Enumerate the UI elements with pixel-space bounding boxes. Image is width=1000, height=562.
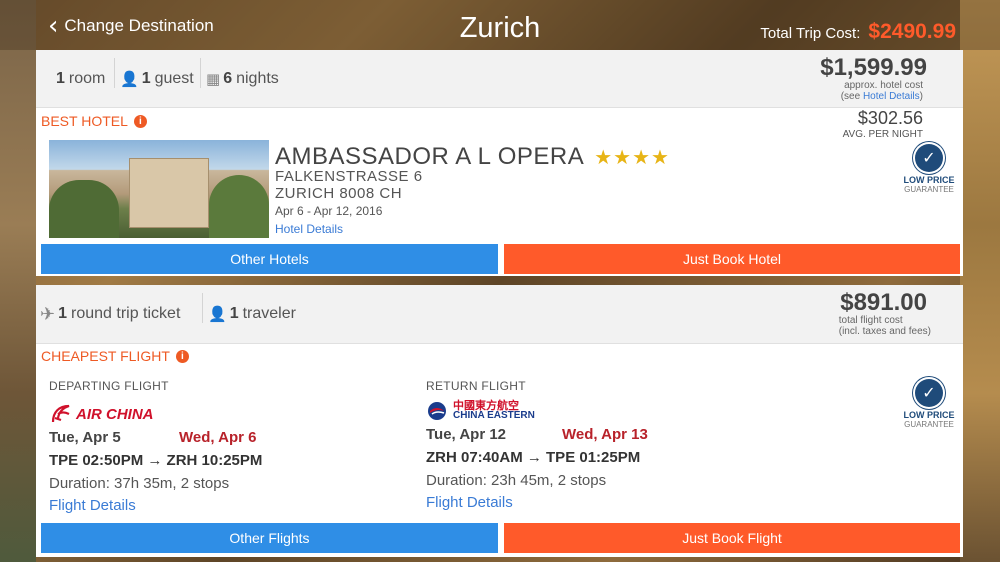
tickets-chip: ✈ 1 round trip ticket — [40, 285, 180, 343]
plane-icon: ✈ — [40, 303, 56, 325]
per-night-price-block: $302.56 AVG. PER NIGHT — [843, 108, 923, 140]
low-price-guarantee-badge: ✓ LOW PRICE GUARANTEE — [901, 379, 957, 429]
departing-airline-name: AIR CHINA — [76, 405, 154, 423]
return-airline-text: 中國東方航空 CHINA EASTERN — [453, 401, 535, 421]
hotel-cost-note-line1: approx. hotel cost — [844, 80, 923, 91]
hotel-details-link[interactable]: Hotel Details — [275, 222, 343, 236]
best-hotel-label: BEST HOTEL — [41, 113, 128, 129]
nights-count: 6 — [223, 69, 233, 87]
return-dates: Tue, Apr 12 Wed, Apr 13 — [426, 426, 786, 443]
cheapest-flight-label: CHEAPEST FLIGHT — [41, 348, 170, 364]
hotel-name[interactable]: AMBASSADOR A L OPERA — [275, 143, 584, 171]
departing-date-from: Tue, Apr 5 — [49, 429, 121, 446]
total-trip-cost-value: $2490.99 — [868, 20, 956, 43]
background-right — [960, 0, 1000, 562]
divider — [114, 58, 115, 88]
per-night-price: $302.56 — [857, 108, 923, 128]
flight-cost-note: total flight cost (incl. taxes and fees) — [839, 315, 931, 337]
other-flights-button[interactable]: Other Flights — [41, 523, 498, 553]
hotel-cost-note-line2: (see Hotel Details) — [841, 91, 923, 102]
flight-cost-note-line1: total flight cost — [838, 315, 903, 326]
nights-label: nights — [236, 69, 279, 87]
tickets-label: round trip ticket — [71, 305, 181, 322]
hotel-cost: $1,599.99 — [820, 54, 927, 81]
flight-cost-note-line2: (incl. taxes and fees) — [838, 326, 931, 337]
flight-panel: ✈ 1 round trip ticket 👤 1 traveler $891.… — [36, 285, 963, 557]
travelers-chip: 👤 1 traveler — [208, 285, 296, 343]
hotel-dates: Apr 6 - Apr 12, 2016 — [275, 204, 383, 218]
departing-flight: DEPARTING FLIGHT AIR CHINA Tue, Apr 5 We… — [49, 379, 409, 514]
china-eastern-logo: 中國東方航空 CHINA EASTERN — [426, 400, 786, 422]
note-prefix: (see — [840, 91, 863, 102]
other-hotels-button[interactable]: Other Hotels — [41, 244, 498, 274]
just-book-flight-button[interactable]: Just Book Flight — [504, 523, 960, 553]
cheapest-flight-badge: CHEAPEST FLIGHT i — [41, 348, 189, 364]
return-date-from: Tue, Apr 12 — [426, 426, 507, 443]
check-seal-icon: ✓ — [915, 379, 943, 407]
travelers-label: traveler — [242, 305, 296, 322]
photo-tree — [209, 175, 269, 238]
departing-flight-details-link[interactable]: Flight Details — [49, 497, 409, 514]
info-icon[interactable]: i — [133, 114, 147, 128]
flight-cost: $891.00 — [840, 289, 927, 316]
hotel-summary-bar: 1 room 👤 1 guest ▦ 6 nights $1,599.99 ap… — [36, 50, 963, 108]
tickets-count: 1 — [58, 305, 67, 322]
info-icon[interactable]: i — [175, 349, 189, 363]
hotel-photo[interactable] — [49, 140, 269, 238]
low-price-guarantee-badge: ✓ LOW PRICE GUARANTEE — [901, 144, 957, 194]
return-duration: Duration: 23h 45m, 2 stops — [426, 472, 607, 489]
guests-chip: 👤 1 guest — [120, 50, 194, 107]
departing-dates: Tue, Apr 5 Wed, Apr 6 — [49, 429, 409, 446]
person-icon: 👤 — [208, 305, 227, 323]
photo-building — [129, 158, 209, 228]
air-china-logo-icon — [51, 404, 70, 423]
travelers-count: 1 — [229, 305, 239, 322]
rooms-count: 1 — [56, 69, 65, 87]
just-book-hotel-button[interactable]: Just Book Hotel — [504, 244, 960, 274]
person-icon: 👤 — [120, 69, 139, 88]
divider — [202, 293, 203, 323]
check-seal-icon: ✓ — [915, 144, 943, 172]
hotel-cost-note: approx. hotel cost (see Hotel Details) — [841, 80, 923, 102]
best-hotel-badge: BEST HOTEL i — [41, 113, 147, 129]
return-airline-name: CHINA EASTERN — [453, 410, 535, 421]
guests-label: guest — [154, 69, 194, 87]
air-china-logo: AIR CHINA — [49, 403, 409, 425]
per-night-label: AVG. PER NIGHT — [842, 129, 923, 140]
photo-tree — [49, 180, 119, 238]
top-bar: ‹ Change Destination Zurich Total Trip C… — [0, 0, 1000, 50]
hotel-address-line2: ZURICH 8008 CH — [275, 185, 403, 202]
return-flight-label: RETURN FLIGHT — [426, 379, 526, 393]
guests-count: 1 — [141, 69, 151, 87]
guarantee-line2: GUARANTEE — [904, 420, 954, 429]
departing-date-to: Wed, Apr 6 — [179, 429, 257, 446]
hotel-panel: 1 room 👤 1 guest ▦ 6 nights $1,599.99 ap… — [36, 50, 963, 276]
china-eastern-logo-icon — [428, 402, 446, 420]
nights-chip: ▦ 6 nights — [206, 50, 279, 107]
hotel-address-line1: FALKENSTRASSE 6 — [275, 168, 423, 185]
star-rating-icon: ★★★★ — [594, 145, 670, 169]
guarantee-line1: LOW PRICE — [903, 175, 955, 185]
flight-summary-bar: ✈ 1 round trip ticket 👤 1 traveler $891.… — [36, 285, 963, 344]
departing-duration: Duration: 37h 35m, 2 stops — [49, 475, 230, 492]
rooms-chip: 1 room — [56, 50, 105, 107]
guarantee-line1: LOW PRICE — [903, 410, 955, 420]
departing-route: TPE 02:50PM → ZRH 10:25PM — [49, 452, 263, 469]
total-trip-cost: Total Trip Cost: $2490.99 — [760, 20, 956, 44]
hotel-details-note-link[interactable]: Hotel Details — [863, 91, 920, 102]
return-route: ZRH 07:40AM → TPE 01:25PM — [426, 449, 641, 466]
total-trip-cost-label: Total Trip Cost: — [760, 25, 861, 42]
background-left — [0, 0, 36, 562]
divider — [200, 58, 201, 88]
hotel-name-row: AMBASSADOR A L OPERA ★★★★ — [275, 143, 670, 171]
rooms-label: room — [68, 69, 106, 87]
return-flight: RETURN FLIGHT 中國東方航空 CHINA EASTERN Tue, … — [426, 379, 786, 511]
return-flight-details-link[interactable]: Flight Details — [426, 494, 786, 511]
return-date-to: Wed, Apr 13 — [562, 426, 648, 443]
note-suffix: ) — [919, 91, 923, 102]
departing-flight-label: DEPARTING FLIGHT — [49, 379, 169, 393]
guarantee-line2: GUARANTEE — [904, 185, 954, 194]
calendar-icon: ▦ — [206, 69, 221, 88]
